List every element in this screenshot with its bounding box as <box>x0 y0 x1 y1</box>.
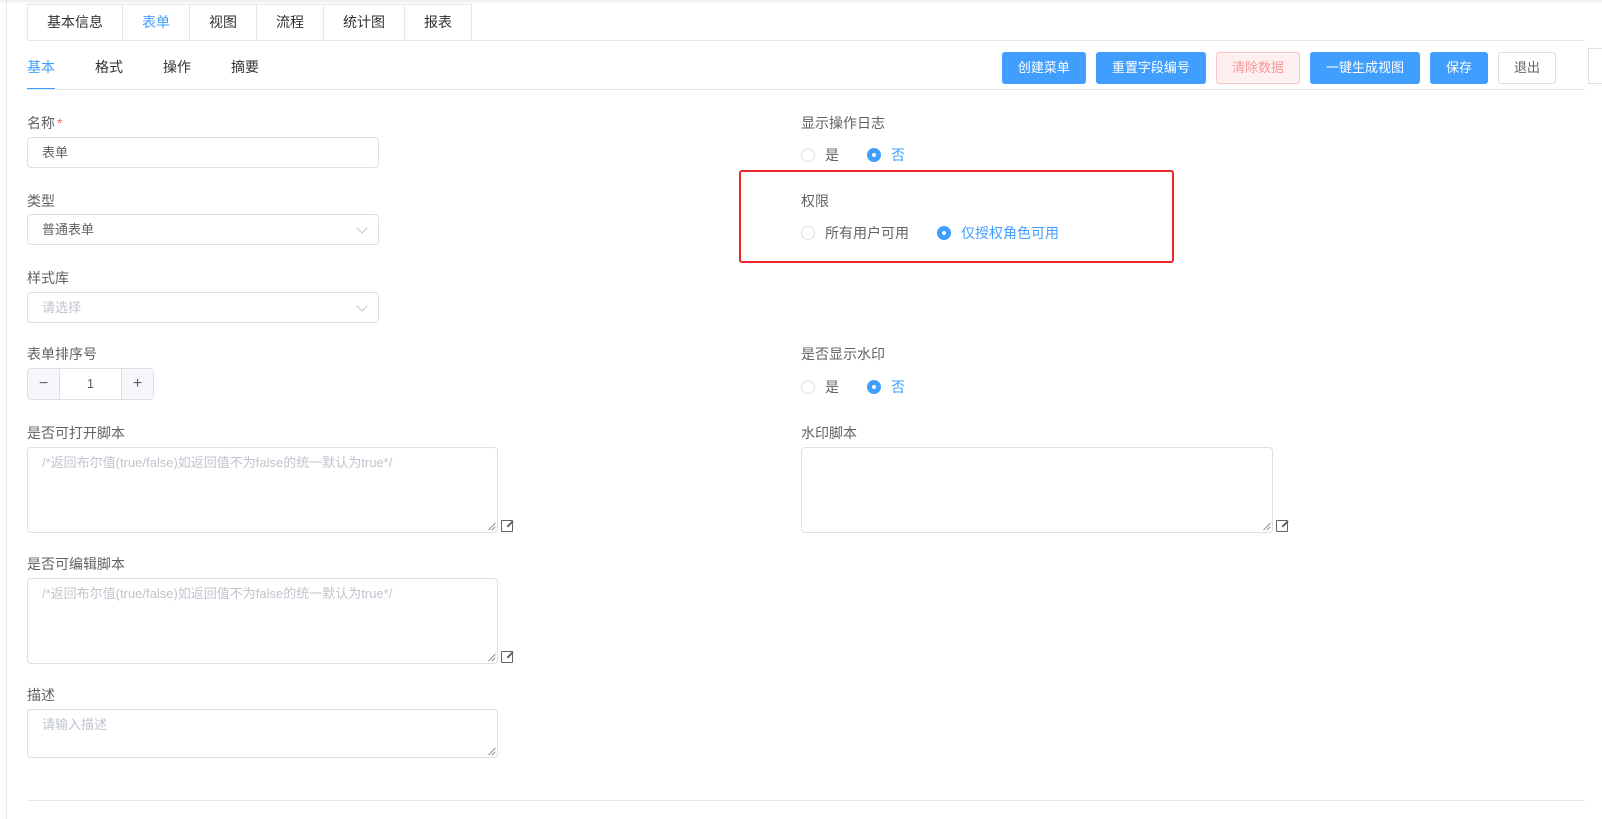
action-toolbar: 创建菜单 重置字段编号 清除数据 一键生成视图 保存 退出 <box>1001 52 1556 84</box>
open-script-textarea[interactable]: /*返回布尔值(true/false)如返回值不为false的统一默认为true… <box>27 447 498 533</box>
type-select-value: 普通表单 <box>42 222 95 237</box>
bottom-divider <box>27 800 1585 801</box>
permission-label: 权限 <box>801 193 829 209</box>
decrement-button[interactable]: − <box>28 369 60 399</box>
edit-script-label: 是否可编辑脚本 <box>27 556 125 572</box>
name-label-text: 名称 <box>27 115 55 131</box>
watermark-no-radio[interactable]: 否 <box>867 377 905 397</box>
radio-label: 所有用户可用 <box>825 225 909 241</box>
description-label: 描述 <box>27 687 55 703</box>
sort-order-input[interactable]: 1 <box>60 369 121 399</box>
style-lib-select[interactable]: 请选择 <box>27 292 379 323</box>
show-log-label: 显示操作日志 <box>801 115 885 131</box>
resize-handle-icon[interactable] <box>487 522 495 530</box>
style-lib-label: 样式库 <box>27 270 69 286</box>
open-script-placeholder: /*返回布尔值(true/false)如返回值不为false的统一默认为true… <box>42 455 393 470</box>
tab-form[interactable]: 表单 <box>123 4 190 41</box>
description-textarea[interactable]: 请输入描述 <box>27 709 498 758</box>
subtab-basic[interactable]: 基本 <box>27 52 55 90</box>
reset-field-numbers-button[interactable]: 重置字段编号 <box>1095 52 1206 84</box>
show-log-yes-radio[interactable]: 是 <box>801 145 839 165</box>
subtab-summary[interactable]: 摘要 <box>231 52 259 90</box>
permission-all-users-radio[interactable]: 所有用户可用 <box>801 223 909 243</box>
show-log-radio-group: 是 否 <box>801 145 933 165</box>
edit-script-placeholder: /*返回布尔值(true/false)如返回值不为false的统一默认为true… <box>42 586 393 601</box>
radio-label: 仅授权角色可用 <box>961 225 1059 241</box>
permission-authorized-roles-radio[interactable]: 仅授权角色可用 <box>937 223 1059 243</box>
sort-order-label: 表单排序号 <box>27 346 97 362</box>
resize-handle-icon[interactable] <box>1262 522 1270 530</box>
show-log-no-radio[interactable]: 否 <box>867 145 905 165</box>
tab-report[interactable]: 报表 <box>405 4 472 41</box>
sort-order-stepper: − 1 + <box>27 368 154 400</box>
resize-handle-icon[interactable] <box>487 653 495 661</box>
edit-icon[interactable] <box>1276 520 1288 532</box>
radio-circle-icon <box>801 380 815 394</box>
sub-tabs-divider <box>27 89 1585 90</box>
left-divider <box>6 0 7 819</box>
radio-label: 否 <box>891 379 905 395</box>
permission-radio-group: 所有用户可用 仅授权角色可用 <box>801 223 1087 243</box>
name-label: 名称 * <box>27 113 62 133</box>
open-script-label: 是否可打开脚本 <box>27 425 125 441</box>
type-label: 类型 <box>27 193 55 209</box>
description-placeholder: 请输入描述 <box>42 717 108 732</box>
radio-label: 是 <box>825 147 839 163</box>
watermark-yes-radio[interactable]: 是 <box>801 377 839 397</box>
clear-data-button[interactable]: 清除数据 <box>1215 52 1300 84</box>
save-button[interactable]: 保存 <box>1429 52 1488 84</box>
tab-statistics-chart[interactable]: 统计图 <box>324 4 405 41</box>
tab-workflow[interactable]: 流程 <box>257 4 324 41</box>
highlight-annotation-box <box>739 170 1174 263</box>
tab-basic-info[interactable]: 基本信息 <box>27 4 123 41</box>
edit-icon[interactable] <box>501 651 513 663</box>
edit-icon[interactable] <box>501 520 513 532</box>
radio-label: 否 <box>891 147 905 163</box>
required-mark: * <box>57 115 63 131</box>
subtab-format[interactable]: 格式 <box>95 52 123 90</box>
style-lib-placeholder: 请选择 <box>42 300 82 315</box>
resize-handle-icon[interactable] <box>487 747 495 755</box>
radio-checked-icon <box>867 148 881 162</box>
subtab-operation[interactable]: 操作 <box>163 52 191 90</box>
radio-circle-icon <box>801 148 815 162</box>
chevron-down-icon <box>356 300 368 312</box>
top-tabs: 基本信息 表单 视图 流程 统计图 报表 <box>27 4 472 41</box>
radio-checked-icon <box>937 226 951 240</box>
radio-label: 是 <box>825 379 839 395</box>
sub-tabs: 基本 格式 操作 摘要 <box>27 52 299 90</box>
type-select[interactable]: 普通表单 <box>27 214 379 245</box>
watermark-script-textarea[interactable] <box>801 447 1273 533</box>
watermark-label: 是否显示水印 <box>801 346 885 362</box>
side-handle[interactable] <box>1588 48 1602 84</box>
radio-circle-icon <box>801 226 815 240</box>
generate-view-button[interactable]: 一键生成视图 <box>1309 52 1420 84</box>
chevron-down-icon <box>356 222 368 234</box>
increment-button[interactable]: + <box>121 369 153 399</box>
watermark-radio-group: 是 否 <box>801 377 933 397</box>
name-input[interactable]: 表单 <box>27 137 379 168</box>
create-menu-button[interactable]: 创建菜单 <box>1001 52 1086 84</box>
edit-script-textarea[interactable]: /*返回布尔值(true/false)如返回值不为false的统一默认为true… <box>27 578 498 664</box>
radio-checked-icon <box>867 380 881 394</box>
watermark-script-label: 水印脚本 <box>801 425 857 441</box>
exit-button[interactable]: 退出 <box>1497 52 1556 84</box>
tab-view[interactable]: 视图 <box>190 4 257 41</box>
top-tabs-divider <box>27 40 1585 41</box>
